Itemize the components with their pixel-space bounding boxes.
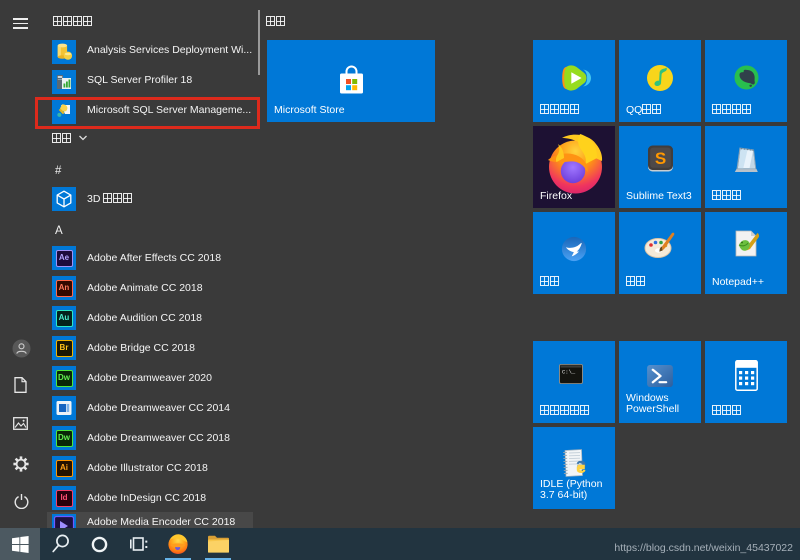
- svg-text:S: S: [655, 149, 666, 168]
- svg-text:C:\_: C:\_: [562, 370, 576, 376]
